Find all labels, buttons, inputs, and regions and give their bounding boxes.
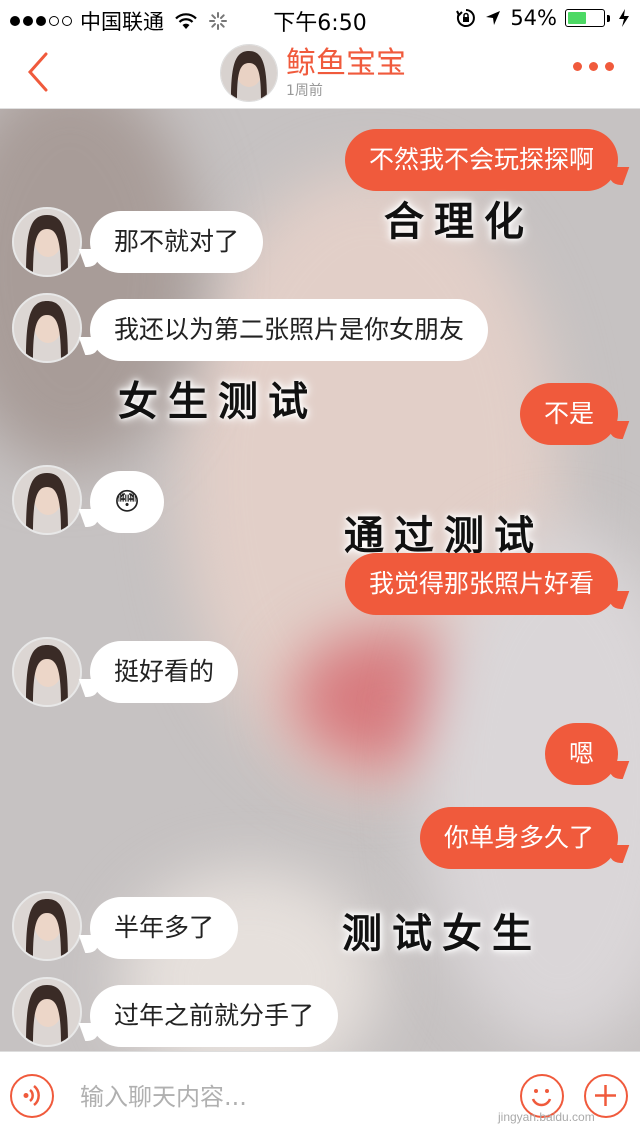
battery-fill	[568, 12, 587, 24]
dot-icon	[573, 62, 582, 71]
more-options-button[interactable]	[573, 62, 614, 71]
back-button[interactable]	[22, 50, 56, 94]
carrier-name: 中国联通	[80, 10, 164, 34]
location-arrow-icon	[486, 11, 501, 25]
contact-avatar[interactable]	[220, 44, 278, 102]
received-message[interactable]: 那不就对了	[90, 211, 264, 273]
status-right: 54%	[456, 6, 630, 30]
chat-header: 鲸鱼宝宝 1周前	[0, 36, 640, 109]
overlay-caption: 测试女生	[342, 910, 542, 957]
contact-text: 鲸鱼宝宝 1周前	[286, 46, 406, 100]
battery-icon	[565, 9, 605, 27]
watermark-text: jingyan.baidu.com	[498, 1110, 595, 1124]
sent-message[interactable]: 不然我不会玩探探啊	[344, 129, 618, 191]
voice-icon	[23, 1085, 40, 1106]
charging-icon	[619, 9, 629, 27]
input-bar: jingyan.baidu.com	[0, 1051, 640, 1139]
sent-message[interactable]: 你单身多久了	[419, 807, 618, 869]
last-active-time: 1周前	[286, 83, 323, 99]
received-message[interactable]: 我还以为第二张照片是你女朋友	[90, 299, 489, 361]
sent-message[interactable]: 不是	[519, 383, 618, 445]
contact-avatar[interactable]	[12, 293, 82, 363]
overlay-caption: 合理化	[384, 198, 534, 245]
contact-info[interactable]: 鲸鱼宝宝 1周前	[220, 44, 406, 102]
wifi-icon	[175, 13, 197, 29]
sent-message[interactable]: 我觉得那张照片好看	[344, 553, 618, 615]
contact-avatar[interactable]	[12, 207, 82, 277]
contact-avatar[interactable]	[12, 891, 82, 961]
contact-avatar[interactable]	[12, 977, 82, 1047]
voice-input-button[interactable]	[10, 1074, 54, 1118]
chat-input[interactable]	[78, 1072, 502, 1122]
sent-message[interactable]: 嗯	[544, 723, 618, 785]
received-message[interactable]: 挺好看的	[90, 641, 239, 703]
contact-avatar[interactable]	[12, 465, 82, 535]
received-message[interactable]: 过年之前就分手了	[90, 985, 339, 1047]
dot-icon	[589, 62, 598, 71]
contact-name: 鲸鱼宝宝	[286, 46, 406, 81]
battery-tip	[607, 14, 610, 22]
signal-strength-icon	[10, 16, 72, 26]
overlay-caption: 女生测试	[118, 378, 318, 425]
received-message[interactable]: 半年多了	[90, 897, 239, 959]
dot-icon	[605, 62, 614, 71]
battery-percent: 54%	[510, 6, 557, 30]
status-left: 中国联通	[10, 6, 228, 36]
contact-avatar[interactable]	[12, 637, 82, 707]
loading-spinner-icon	[209, 12, 227, 30]
rotation-lock-icon	[456, 9, 476, 27]
received-message[interactable]: 😳	[90, 471, 165, 533]
status-bar: 中国联通 下午6:50 54%	[0, 0, 640, 36]
chat-area[interactable]: 不然我不会玩探探啊 合理化 那不就对了 我还以为第二张照片是你女朋友 女生测试 …	[0, 109, 640, 1051]
